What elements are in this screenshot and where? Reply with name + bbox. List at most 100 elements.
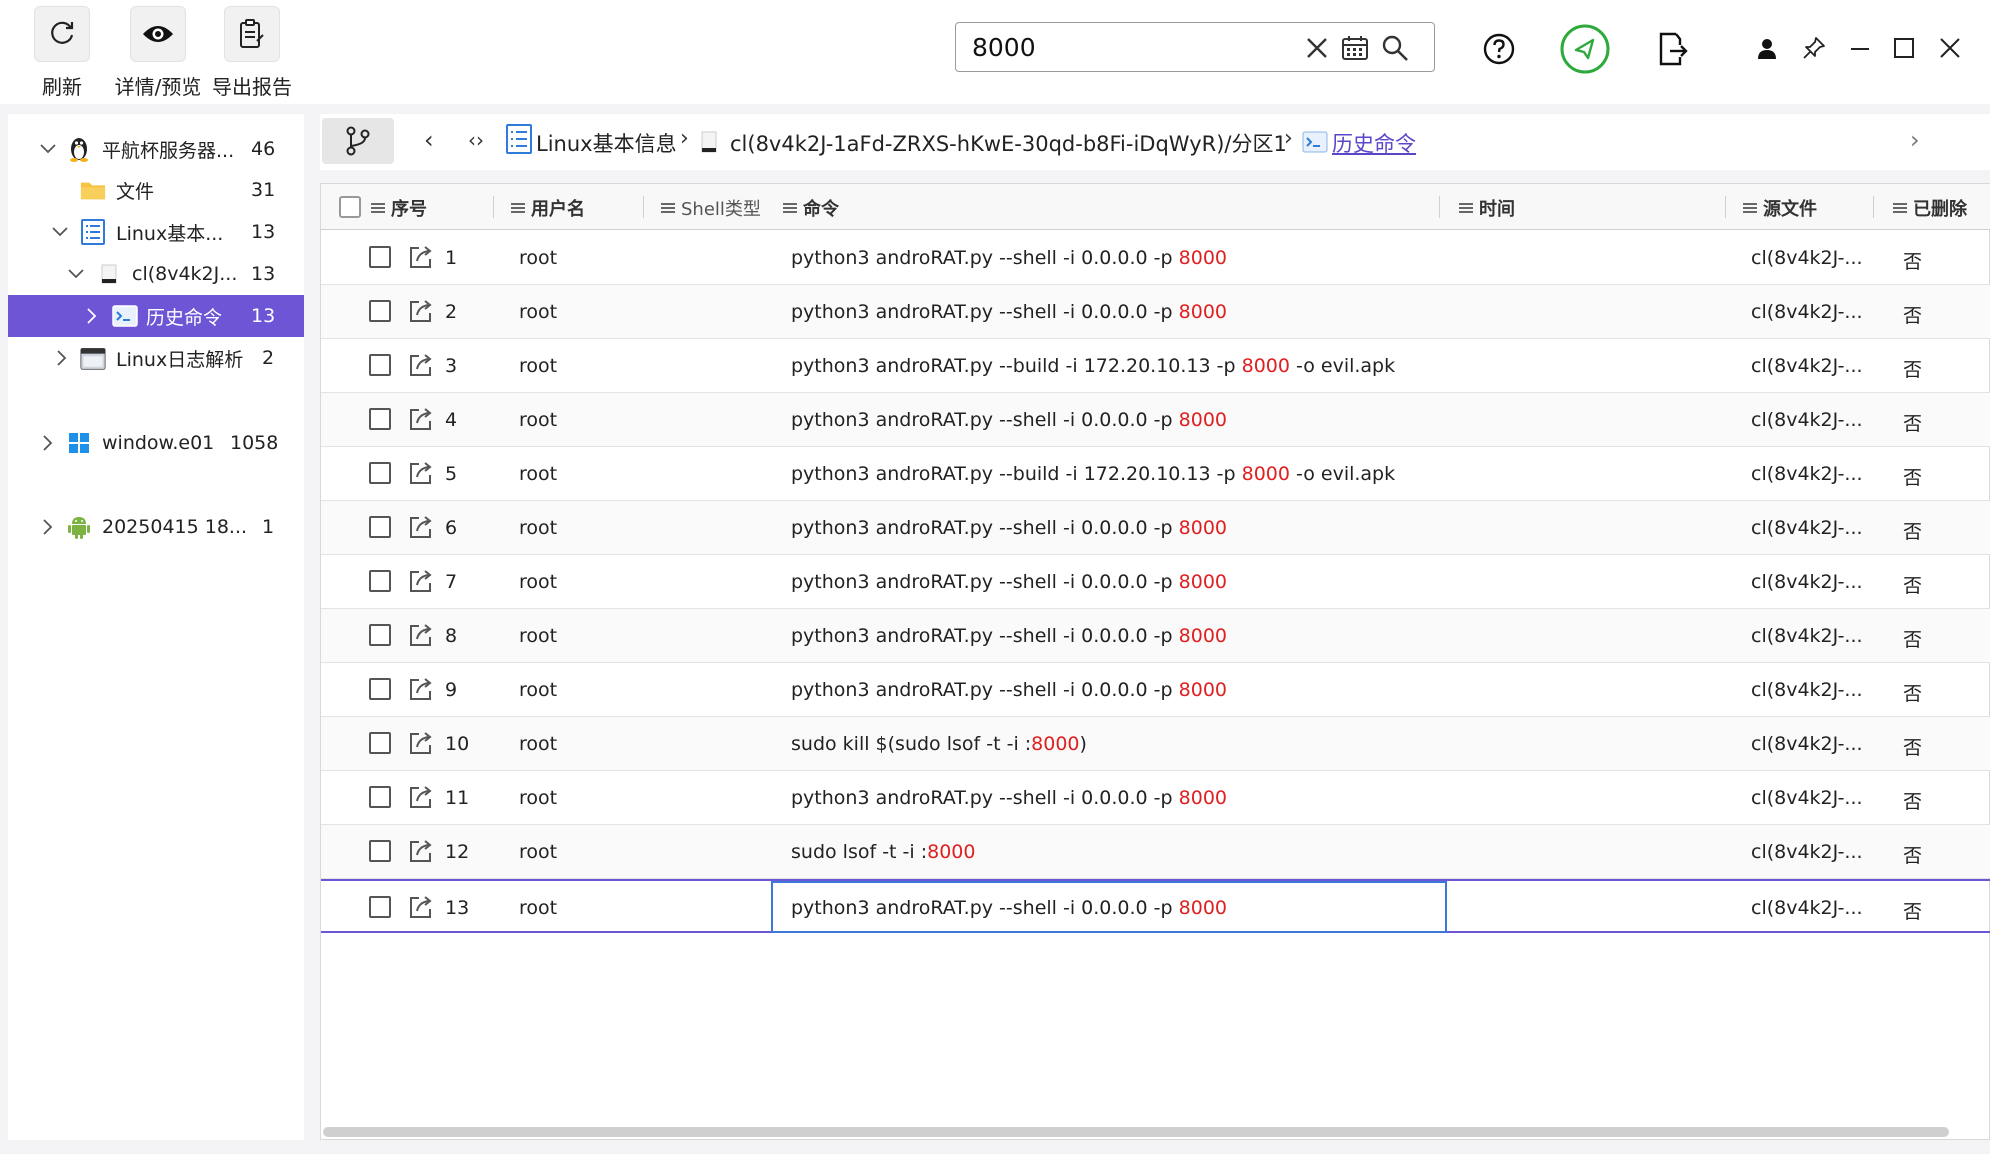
crumb-history-commands[interactable]: 历史命令 xyxy=(1332,128,1416,158)
tree-item-windows-image[interactable]: window.e01 1058 xyxy=(8,422,304,464)
tree-item-server[interactable]: 平航杯服务器... 46 xyxy=(8,128,304,170)
chevron-right-icon[interactable] xyxy=(54,350,70,366)
chevron-right-icon[interactable] xyxy=(40,435,56,451)
open-external-icon[interactable] xyxy=(407,405,435,433)
chevron-right-icon[interactable] xyxy=(84,308,100,324)
code-toggle-icon[interactable]: ‹› xyxy=(468,128,484,152)
table-row[interactable]: 13 root python3 androRAT.py --shell -i 0.0… xyxy=(321,879,1990,933)
export-report-button[interactable]: 导出报告 xyxy=(192,6,312,100)
search-input[interactable] xyxy=(972,32,1302,62)
column-divider[interactable] xyxy=(493,196,494,218)
table-row[interactable]: 2 root python3 androRAT.py --shell -i 0.0.… xyxy=(321,285,1990,339)
open-external-icon[interactable] xyxy=(407,243,435,271)
open-external-icon[interactable] xyxy=(407,567,435,595)
search-match-highlight: 8000 xyxy=(1178,787,1227,809)
open-external-icon[interactable] xyxy=(407,621,435,649)
column-divider[interactable] xyxy=(1439,196,1440,218)
clear-icon[interactable] xyxy=(1302,33,1332,63)
minimize-icon[interactable] xyxy=(1846,34,1874,62)
tree-item-count: 31 xyxy=(251,179,276,201)
branch-view-button[interactable] xyxy=(322,118,394,164)
open-external-icon[interactable] xyxy=(407,729,435,757)
forward-icon[interactable]: › xyxy=(1910,126,1920,154)
open-external-icon[interactable] xyxy=(407,513,435,541)
tree-item-history-commands[interactable]: 历史命令 13 xyxy=(8,295,304,337)
cell-command: python3 androRAT.py --shell -i 0.0.0.0 -… xyxy=(791,679,1227,701)
search-icon[interactable] xyxy=(1380,33,1410,63)
tree-item-count: 2 xyxy=(262,347,275,369)
row-checkbox[interactable] xyxy=(369,624,391,646)
table-row[interactable]: 12 root sudo lsof -t -i :8000 cl(8v4k2J-...… xyxy=(321,825,1990,879)
select-all-checkbox[interactable] xyxy=(339,196,361,218)
table-row[interactable]: 3 root python3 androRAT.py --build -i 172.… xyxy=(321,339,1990,393)
help-icon[interactable] xyxy=(1481,31,1517,67)
maximize-icon[interactable] xyxy=(1890,34,1918,62)
close-window-icon[interactable] xyxy=(1936,34,1964,62)
horizontal-scrollbar[interactable] xyxy=(323,1127,1949,1137)
cell-no: 6 xyxy=(445,517,458,539)
table-row[interactable]: 6 root python3 androRAT.py --shell -i 0.0.… xyxy=(321,501,1990,555)
cell-deleted: 否 xyxy=(1903,737,1923,759)
command-text: python3 androRAT.py --shell -i 0.0.0.0 -… xyxy=(791,517,1179,539)
tree-item-linux-log[interactable]: Linux日志解析 2 xyxy=(8,337,304,379)
cell-deleted: 否 xyxy=(1903,359,1923,381)
open-external-icon[interactable] xyxy=(407,783,435,811)
row-checkbox[interactable] xyxy=(369,840,391,862)
column-header-source[interactable]: 源文件 xyxy=(1743,195,1817,221)
tree-item-android-image[interactable]: 20250415 18... 1 xyxy=(8,506,304,548)
chevron-right-icon[interactable] xyxy=(40,519,56,535)
column-header-shell[interactable]: Shell类型 xyxy=(661,195,761,221)
open-external-icon[interactable] xyxy=(407,459,435,487)
search-match-highlight: 8000 xyxy=(1178,625,1227,647)
chevron-down-icon[interactable] xyxy=(40,141,56,157)
column-header-deleted[interactable]: 已删除 xyxy=(1893,195,1967,221)
column-header-command[interactable]: 命令 xyxy=(783,195,839,221)
tree-item-partition[interactable]: cl(8v4k2J... 13 xyxy=(8,253,304,295)
status-ok-icon[interactable] xyxy=(1559,23,1611,75)
row-checkbox[interactable] xyxy=(369,896,391,918)
row-checkbox[interactable] xyxy=(369,786,391,808)
row-checkbox[interactable] xyxy=(369,408,391,430)
column-header-no[interactable]: 序号 xyxy=(371,195,427,221)
table-row[interactable]: 4 root python3 androRAT.py --shell -i 0.0.… xyxy=(321,393,1990,447)
row-checkbox[interactable] xyxy=(369,516,391,538)
column-divider[interactable] xyxy=(643,196,644,218)
row-checkbox[interactable] xyxy=(369,354,391,376)
column-divider[interactable] xyxy=(1873,196,1874,218)
row-checkbox[interactable] xyxy=(369,678,391,700)
table-row[interactable]: 9 root python3 androRAT.py --shell -i 0.0.… xyxy=(321,663,1990,717)
row-checkbox[interactable] xyxy=(369,732,391,754)
table-row[interactable]: 1 root python3 androRAT.py --shell -i 0.0.… xyxy=(321,231,1990,285)
open-external-icon[interactable] xyxy=(407,351,435,379)
tree-item-linux-basic[interactable]: Linux基本... 13 xyxy=(8,211,304,253)
calendar-icon[interactable] xyxy=(1340,33,1370,63)
user-icon[interactable] xyxy=(1754,36,1780,62)
table-row[interactable]: 7 root python3 androRAT.py --shell -i 0.0.… xyxy=(321,555,1990,609)
open-external-icon[interactable] xyxy=(407,837,435,865)
pin-icon[interactable] xyxy=(1800,34,1828,62)
export-file-icon[interactable] xyxy=(1654,30,1690,68)
column-header-user[interactable]: 用户名 xyxy=(511,195,585,221)
column-divider[interactable] xyxy=(1725,196,1726,218)
row-checkbox[interactable] xyxy=(369,246,391,268)
table-row[interactable]: 10 root sudo kill $(sudo lsof -t -i :8000)… xyxy=(321,717,1990,771)
back-icon[interactable]: ‹ xyxy=(424,126,434,154)
open-external-icon[interactable] xyxy=(407,893,435,921)
row-checkbox[interactable] xyxy=(369,462,391,484)
chevron-down-icon[interactable] xyxy=(52,224,68,240)
table-row[interactable]: 11 root python3 androRAT.py --shell -i 0.0… xyxy=(321,771,1990,825)
table-row[interactable]: 5 root python3 androRAT.py --build -i 172.… xyxy=(321,447,1990,501)
table-row[interactable]: 8 root python3 androRAT.py --shell -i 0.0.… xyxy=(321,609,1990,663)
open-external-icon[interactable] xyxy=(407,675,435,703)
column-header-time[interactable]: 时间 xyxy=(1459,195,1515,221)
focused-cell-outline[interactable] xyxy=(771,881,1447,933)
row-checkbox[interactable] xyxy=(369,570,391,592)
open-external-icon[interactable] xyxy=(407,297,435,325)
cell-source: cl(8v4k2J-... xyxy=(1751,517,1863,539)
crumb-linux-basic[interactable]: Linux基本信息 xyxy=(536,128,677,158)
tree-item-files[interactable]: 文件 31 xyxy=(8,169,304,211)
row-checkbox[interactable] xyxy=(369,300,391,322)
crumb-partition[interactable]: cl(8v4k2J-1aFd-ZRXS-hKwE-30qd-b8Fi-iDqWy… xyxy=(730,128,1287,158)
chevron-down-icon[interactable] xyxy=(68,266,84,282)
history-commands-table: 序号 用户名 Shell类型 命令 时间 源文件 已删除 1 root python… xyxy=(320,183,1990,1140)
